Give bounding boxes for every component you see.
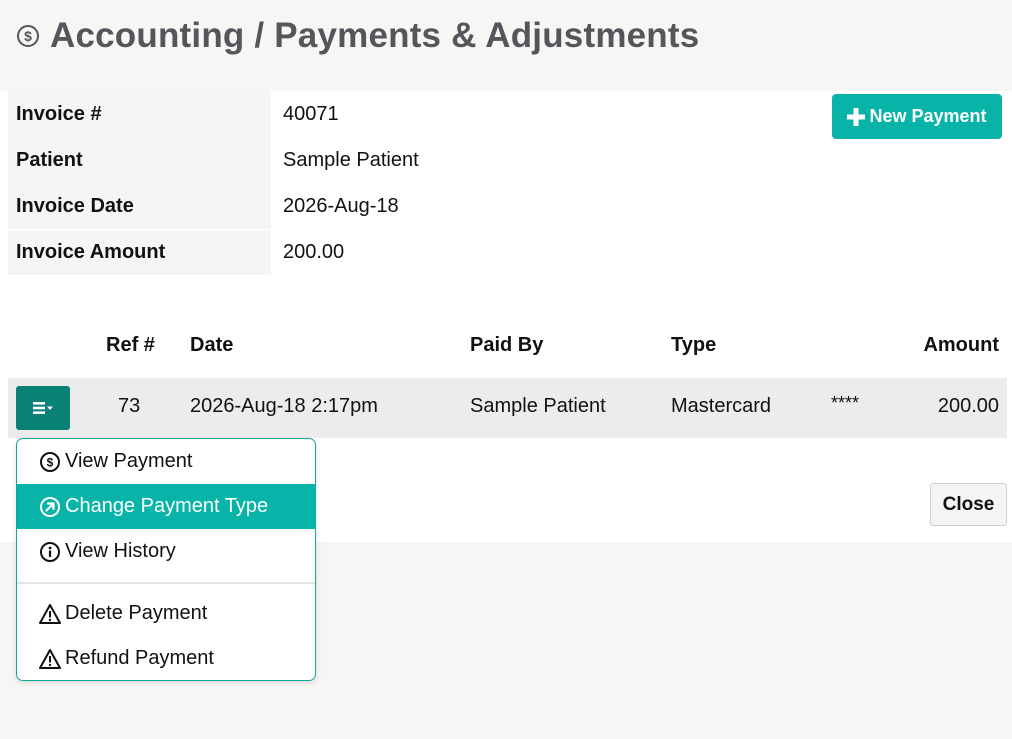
invoice-amount-label: Invoice Amount	[8, 229, 271, 275]
invoice-amount-row: Invoice Amount 200.00	[8, 229, 419, 275]
payment-card-mask: ****	[831, 393, 860, 413]
patient-row: Patient Sample Patient	[8, 137, 419, 183]
menu-item-label: View Payment	[65, 450, 193, 472]
close-button[interactable]: Close	[930, 483, 1007, 526]
column-header-amount: Amount	[923, 334, 999, 356]
menu-item-label: Change Payment Type	[65, 495, 269, 517]
info-circle-icon	[40, 541, 60, 562]
dollar-circle-icon: $	[17, 25, 39, 47]
warning-triangle-icon	[39, 648, 61, 669]
menu-item-delete-payment[interactable]: Delete Payment	[17, 591, 315, 636]
row-actions-menu: $ View Payment Change Payment Type View …	[16, 438, 316, 681]
payment-paid-by: Sample Patient	[470, 395, 606, 417]
invoice-date-label: Invoice Date	[8, 183, 271, 229]
patient-value: Sample Patient	[283, 148, 419, 171]
list-dropdown-icon	[33, 402, 53, 414]
menu-item-refund-payment[interactable]: Refund Payment	[17, 636, 315, 680]
payment-date: 2026-Aug-18 2:17pm	[190, 395, 378, 417]
invoice-number-label: Invoice #	[8, 91, 271, 137]
menu-item-view-history[interactable]: View History	[17, 529, 315, 574]
column-header-ref: Ref #	[106, 334, 155, 356]
menu-item-label: View History	[65, 540, 176, 562]
page-title: Accounting / Payments & Adjustments	[50, 16, 700, 55]
new-payment-label: New Payment	[869, 106, 987, 126]
plus-icon	[847, 107, 866, 126]
menu-item-change-payment-type[interactable]: Change Payment Type	[17, 484, 315, 529]
menu-item-view-payment[interactable]: $ View Payment	[17, 439, 315, 484]
column-header-type: Type	[671, 334, 717, 356]
column-header-date: Date	[190, 334, 234, 356]
menu-item-label: Refund Payment	[65, 647, 214, 669]
page-header: $ Accounting / Payments & Adjustments	[16, 14, 699, 58]
payment-amount: 200.00	[937, 395, 999, 417]
patient-label: Patient	[8, 137, 271, 183]
invoice-date-row: Invoice Date 2026-Aug-18	[8, 183, 419, 229]
invoice-number-row: Invoice # 40071	[8, 91, 419, 137]
menu-item-label: Delete Payment	[65, 602, 208, 624]
svg-text:$: $	[24, 28, 32, 44]
arrow-up-right-circle-icon	[40, 496, 60, 517]
menu-divider	[17, 582, 315, 584]
invoice-info-table: Invoice # 40071 Patient Sample Patient I…	[8, 91, 419, 275]
payment-ref: 73	[118, 395, 141, 417]
invoice-amount-value: 200.00	[283, 240, 345, 263]
row-actions-button[interactable]	[16, 386, 70, 430]
column-header-paid-by: Paid By	[470, 334, 544, 356]
payment-type: Mastercard	[671, 395, 772, 417]
invoice-number-value: 40071	[283, 102, 339, 125]
dollar-circle-icon: $	[40, 451, 60, 472]
svg-text:$: $	[47, 455, 54, 469]
warning-triangle-icon	[39, 603, 61, 624]
new-payment-button[interactable]: New Payment	[832, 94, 1002, 139]
invoice-date-value: 2026-Aug-18	[283, 194, 399, 217]
